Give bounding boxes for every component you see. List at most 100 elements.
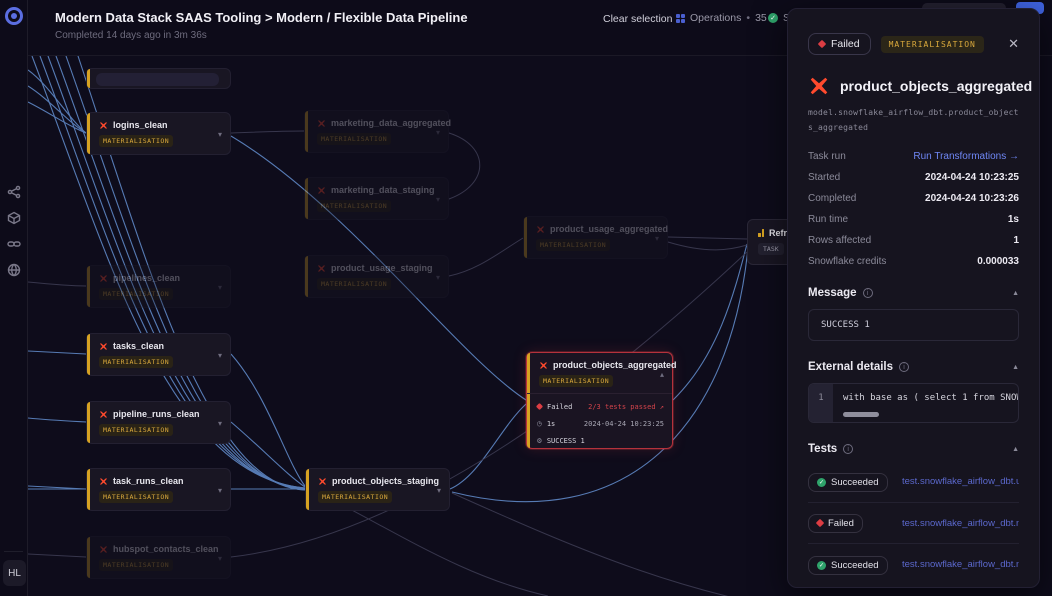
node-product-usage-aggregated[interactable]: product_usage_aggregated MATERIALISATION bbox=[523, 216, 668, 259]
message-content: SUCCESS 1 bbox=[808, 309, 1019, 341]
materialisation-badge: MATERIALISATION bbox=[539, 375, 613, 387]
external-details-section-header: External details bbox=[808, 361, 1019, 373]
node-tasks-clean[interactable]: tasks_clean MATERIALISATION bbox=[86, 333, 231, 376]
node-timestamp: 2024-04-24 10:23:25 bbox=[584, 420, 664, 428]
info-icon[interactable] bbox=[863, 288, 873, 298]
node-title: tasks_clean bbox=[113, 341, 164, 351]
dbt-icon bbox=[318, 477, 327, 486]
success-check-icon bbox=[768, 13, 778, 23]
materialisation-badge: MATERIALISATION bbox=[317, 133, 391, 145]
test-link[interactable]: test.snowflake_airflow_dbt.unique_pro bbox=[902, 476, 1019, 487]
chevron-down-icon[interactable] bbox=[436, 195, 440, 204]
task-badge: TASK bbox=[758, 243, 784, 255]
success-check-icon bbox=[817, 478, 826, 487]
node-hubspot-contacts-clean[interactable]: hubspot_contacts_clean MATERIALISATION bbox=[86, 536, 231, 579]
node-message-row: ⚙ SUCCESS 1 bbox=[537, 432, 664, 449]
materialisation-badge: MATERIALISATION bbox=[317, 200, 391, 212]
bar-chart-icon bbox=[758, 229, 764, 237]
test-link[interactable]: test.snowflake_airflow_dbt.not_null_pr bbox=[902, 518, 1019, 529]
chevron-down-icon[interactable] bbox=[218, 486, 222, 495]
close-icon[interactable] bbox=[1008, 36, 1019, 52]
tests-summary-link[interactable]: 2/3 tests passed ↗ bbox=[588, 403, 664, 411]
collapse-icon[interactable] bbox=[1012, 364, 1019, 371]
test-row: Succeeded test.snowflake_airflow_dbt.not… bbox=[808, 544, 1019, 585]
chevron-up-icon[interactable] bbox=[660, 370, 664, 379]
node-title: product_objects_staging bbox=[332, 476, 439, 486]
panel-title: product_objects_aggregated bbox=[840, 78, 1032, 94]
node-product-objects-aggregated-selected[interactable]: product_objects_aggregated MATERIALISATI… bbox=[526, 352, 673, 449]
materialisation-badge: MATERIALISATION bbox=[99, 288, 173, 300]
operations-counter[interactable]: Operations • 35 bbox=[676, 12, 767, 24]
failed-diamond-icon bbox=[816, 519, 824, 527]
node-title: pipelines_clean bbox=[113, 273, 180, 283]
node-title: pipeline_runs_clean bbox=[113, 409, 200, 419]
chevron-down-icon[interactable] bbox=[655, 234, 659, 243]
info-icon[interactable] bbox=[843, 444, 853, 454]
node-task-runs-clean[interactable]: task_runs_clean MATERIALISATION bbox=[86, 468, 231, 511]
materialisation-badge: MATERIALISATION bbox=[99, 491, 173, 503]
node-title: product_usage_staging bbox=[331, 263, 433, 273]
collapse-icon[interactable] bbox=[1012, 290, 1019, 297]
operations-grid-icon bbox=[676, 14, 685, 23]
node-status: Failed bbox=[547, 403, 572, 411]
detail-row-snowflake-credits: Snowflake credits 0.000033 bbox=[808, 256, 1019, 267]
app-logo-icon[interactable] bbox=[5, 7, 23, 25]
dbt-icon bbox=[317, 119, 326, 128]
external-link-icon: ↗ bbox=[660, 403, 664, 411]
link-icon[interactable] bbox=[7, 237, 21, 251]
test-status-pill: Succeeded bbox=[808, 556, 888, 575]
chevron-down-icon[interactable] bbox=[218, 351, 222, 360]
detail-row-task-run: Task run Run Transformations → bbox=[808, 151, 1019, 162]
test-status-pill: Failed bbox=[808, 514, 863, 533]
dbt-icon bbox=[99, 410, 108, 419]
task-run-link[interactable]: Run Transformations → bbox=[913, 151, 1019, 162]
node-marketing-data-aggregated[interactable]: marketing_data_aggregated MATERIALISATIO… bbox=[304, 110, 449, 153]
dbt-icon bbox=[536, 225, 545, 234]
clear-selection-button[interactable]: Clear selection bbox=[603, 13, 672, 25]
operations-label: Operations bbox=[690, 12, 741, 24]
user-avatar[interactable]: HL bbox=[3, 560, 26, 586]
operations-separator: • bbox=[746, 12, 750, 24]
test-link[interactable]: test.snowflake_airflow_dbt.not_null_pr bbox=[902, 559, 1019, 570]
dbt-icon bbox=[99, 545, 108, 554]
node-title: product_objects_aggregated bbox=[553, 360, 677, 370]
node-partial[interactable] bbox=[86, 68, 231, 89]
node-pipelines-clean[interactable]: pipelines_clean MATERIALISATION bbox=[86, 265, 231, 308]
info-icon[interactable] bbox=[899, 362, 909, 372]
sql-code-block[interactable]: 1 with base as ( select 1 from SNOWFLAKE bbox=[808, 383, 1019, 423]
dbt-icon bbox=[808, 75, 830, 97]
chevron-down-icon[interactable] bbox=[218, 283, 222, 292]
node-message: SUCCESS 1 bbox=[547, 437, 585, 445]
cube-icon[interactable] bbox=[7, 211, 21, 225]
gear-icon: ⚙ bbox=[537, 437, 542, 445]
horizontal-scrollbar[interactable] bbox=[843, 412, 879, 417]
materialisation-badge: MATERIALISATION bbox=[99, 424, 173, 436]
detail-row-started: Started 2024-04-24 10:23:25 bbox=[808, 172, 1019, 183]
node-product-objects-staging[interactable]: product_objects_staging MATERIALISATION bbox=[305, 468, 450, 511]
chevron-down-icon[interactable] bbox=[437, 486, 441, 495]
node-title: task_runs_clean bbox=[113, 476, 184, 486]
integrations-globe-icon[interactable] bbox=[7, 263, 21, 277]
node-pipeline-runs-clean[interactable]: pipeline_runs_clean MATERIALISATION bbox=[86, 401, 231, 444]
materialisation-badge: MATERIALISATION bbox=[99, 356, 173, 368]
success-check-icon bbox=[817, 561, 826, 570]
pipelines-graph-icon[interactable] bbox=[7, 185, 21, 199]
chevron-down-icon[interactable] bbox=[436, 273, 440, 282]
line-number: 1 bbox=[809, 384, 833, 422]
node-product-usage-staging[interactable]: product_usage_staging MATERIALISATION bbox=[304, 255, 449, 298]
status-pill: Failed bbox=[808, 33, 871, 55]
dbt-icon bbox=[99, 342, 108, 351]
node-marketing-data-staging[interactable]: marketing_data_staging MATERIALISATION bbox=[304, 177, 449, 220]
collapse-icon[interactable] bbox=[1012, 446, 1019, 453]
dbt-icon bbox=[99, 274, 108, 283]
node-partial-body bbox=[96, 73, 219, 86]
chevron-down-icon[interactable] bbox=[218, 130, 222, 139]
dbt-icon bbox=[317, 186, 326, 195]
message-section-header: Message bbox=[808, 287, 1019, 299]
chevron-down-icon[interactable] bbox=[218, 419, 222, 428]
chevron-down-icon[interactable] bbox=[218, 554, 222, 563]
materialisation-badge: MATERIALISATION bbox=[99, 135, 173, 147]
chevron-down-icon[interactable] bbox=[436, 128, 440, 137]
node-logins-clean[interactable]: logins_clean MATERIALISATION bbox=[86, 112, 231, 155]
clock-icon: ◷ bbox=[537, 420, 542, 428]
